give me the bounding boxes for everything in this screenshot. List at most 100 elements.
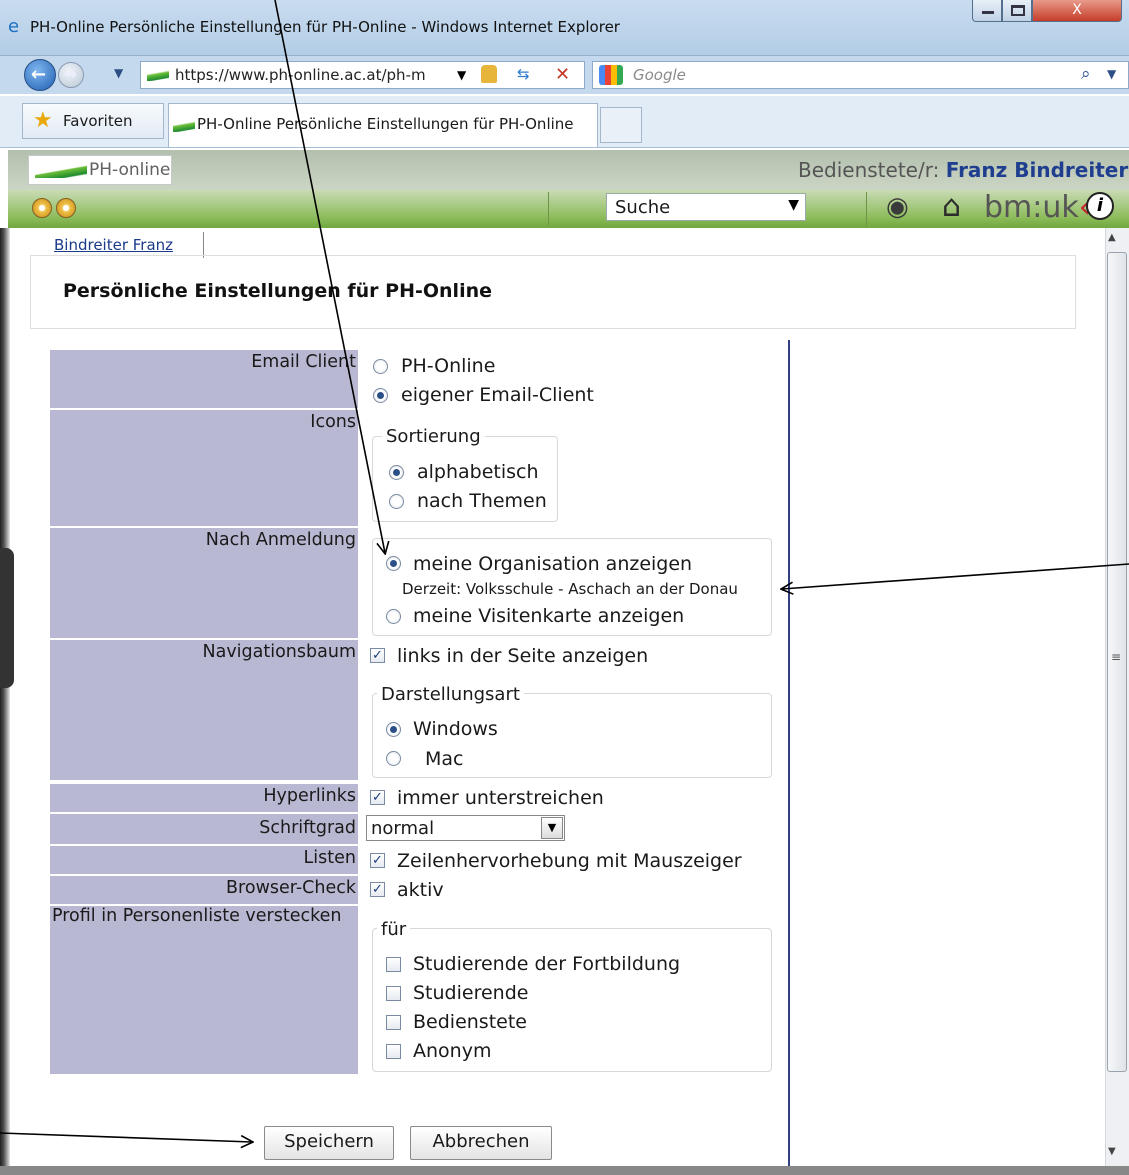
tab-active[interactable]: PH-Online Persönliche Einstellungen für … [168, 103, 598, 147]
option-studierende: Studierende [413, 982, 529, 1004]
back-arrow-icon: ← [31, 64, 47, 85]
label-schriftgrad: Schriftgrad [50, 814, 358, 844]
back-button[interactable]: ← [24, 59, 56, 91]
arrow-to-current-note [782, 563, 1129, 589]
start-circle-icon[interactable] [32, 198, 52, 218]
label-browser-check: Browser-Check [50, 876, 358, 904]
breadcrumb-user-link[interactable]: Bindreiter Franz [54, 236, 173, 254]
back-circle-icon[interactable] [56, 198, 76, 218]
radio-email-ph-online[interactable] [373, 359, 388, 374]
option-show-visitenkarte: meine Visitenkarte anzeigen [413, 605, 685, 627]
option-bedienstete: Bedienstete [413, 1011, 527, 1033]
recent-pages-dropdown-icon[interactable]: ▼ [114, 66, 123, 80]
logo-text: PH-online [89, 160, 171, 180]
home-icon[interactable]: ⌂ [942, 189, 961, 224]
tab-favicon-icon [173, 118, 195, 132]
info-icon[interactable]: i [1086, 192, 1114, 220]
stop-icon[interactable]: ✕ [555, 64, 570, 85]
legend-profil-fuer: für [377, 919, 411, 940]
option-darstellung-mac: Mac [425, 748, 464, 770]
user-info: Bedienstete/r: Franz Bindreiter [798, 158, 1128, 182]
label-nach-anmeldung: Nach Anmeldung [50, 528, 358, 638]
maximize-button[interactable] [1002, 0, 1032, 22]
checkbox-listen[interactable]: ✓ [370, 853, 385, 868]
option-email-own-client: eigener Email-Client [401, 384, 594, 406]
favorites-button[interactable]: ★ Favoriten [22, 103, 164, 139]
user-name: Franz Bindreiter [945, 158, 1129, 182]
tab-title: PH-Online Persönliche Einstellungen für … [197, 115, 574, 133]
option-listen: Zeilenhervorhebung mit Mauszeiger [397, 850, 742, 872]
checkbox-hyperlinks[interactable]: ✓ [370, 790, 385, 805]
cd-icon[interactable]: ◉ [886, 192, 909, 222]
checkbox-anonym[interactable] [386, 1044, 401, 1059]
bmuk-text: bm:uk [984, 190, 1079, 225]
radio-icons-alphabetisch[interactable] [389, 465, 404, 480]
lock-icon[interactable] [481, 65, 497, 83]
logo-swoosh-icon [35, 164, 87, 178]
option-browser-check: aktiv [397, 879, 444, 901]
page-title: Persönliche Einstellungen für PH-Online [63, 280, 492, 302]
radio-show-organisation[interactable] [386, 556, 401, 571]
minimize-icon [982, 11, 994, 14]
refresh-icon[interactable]: ⇆ [517, 65, 530, 83]
window-left-edge [0, 228, 10, 1175]
scroll-grip-icon: ≡ [1111, 650, 1122, 664]
toolbar-divider [548, 192, 549, 226]
minimize-button[interactable] [972, 0, 1002, 22]
search-box[interactable]: Google ⌕ ▼ [592, 61, 1129, 89]
option-hyperlinks: immer unterstreichen [397, 787, 604, 809]
search-magnifier-icon[interactable]: ⌕ [1081, 64, 1091, 84]
close-icon: X [1072, 2, 1082, 18]
checkbox-studierende[interactable] [386, 986, 401, 1001]
cancel-button[interactable]: Abbrechen [410, 1126, 552, 1160]
legend-sortierung: Sortierung [382, 426, 485, 447]
scroll-up-icon[interactable]: ▲ [1108, 232, 1116, 243]
option-navigationsbaum: links in der Seite anzeigen [397, 645, 649, 667]
bmuk-logo[interactable]: bm:uk‹ [984, 190, 1091, 225]
window-titlebar: e PH-Online Persönliche Einstellungen fü… [0, 0, 1129, 56]
chevron-down-icon: ▼ [788, 197, 799, 213]
favorites-label: Favoriten [63, 112, 133, 130]
save-button[interactable]: Speichern [264, 1126, 394, 1160]
radio-show-visitenkarte[interactable] [386, 609, 401, 624]
option-email-ph-online: PH-Online [401, 355, 496, 377]
search-dropdown-icon[interactable]: ▼ [1107, 67, 1116, 81]
label-listen: Listen [50, 846, 358, 874]
window-bottom-edge [0, 1166, 1129, 1175]
scroll-down-icon[interactable]: ▼ [1108, 1146, 1116, 1157]
label-icons: Icons [50, 410, 358, 526]
address-url: https://www.ph-online.ac.at/ph-m [175, 66, 426, 84]
forward-arrow-icon: → [64, 65, 77, 83]
address-dropdown-icon[interactable]: ▼ [457, 68, 466, 82]
window-side-handle [0, 548, 14, 688]
option-icons-nach-themen: nach Themen [417, 490, 547, 512]
checkbox-studierende-fortbildung[interactable] [386, 957, 401, 972]
forward-button[interactable]: → [58, 62, 84, 88]
label-navigationsbaum: Navigationsbaum [50, 640, 358, 780]
radio-icons-nach-themen[interactable] [389, 494, 404, 509]
site-favicon-icon [147, 67, 169, 81]
label-hyperlinks: Hyperlinks [50, 784, 358, 812]
checkbox-browser-check[interactable]: ✓ [370, 882, 385, 897]
option-icons-alphabetisch: alphabetisch [417, 461, 539, 483]
schriftgrad-select[interactable]: normal ▼ [366, 815, 565, 841]
legend-darstellungsart: Darstellungsart [377, 684, 524, 705]
checkbox-bedienstete[interactable] [386, 1015, 401, 1030]
option-show-organisation: meine Organisation anzeigen [413, 553, 693, 575]
star-icon: ★ [33, 108, 53, 133]
option-studierende-fortbildung: Studierende der Fortbildung [413, 953, 681, 975]
checkbox-navigationsbaum[interactable]: ✓ [370, 648, 385, 663]
new-tab-button[interactable] [600, 107, 642, 143]
window-title: PH-Online Persönliche Einstellungen für … [30, 18, 620, 36]
close-button[interactable]: X [1032, 0, 1122, 22]
info-letter: i [1096, 195, 1104, 216]
option-darstellung-windows: Windows [413, 718, 498, 740]
label-email-client: Email Client [50, 350, 358, 408]
ph-online-logo: PH-online [28, 155, 172, 185]
radio-darstellung-mac[interactable] [386, 751, 401, 766]
search-select[interactable]: Suche ▼ [606, 193, 806, 221]
radio-email-own-client[interactable] [373, 388, 388, 403]
google-icon [599, 65, 623, 85]
radio-darstellung-windows[interactable] [386, 722, 401, 737]
address-bar[interactable]: https://www.ph-online.ac.at/ph-m ▼ ⇆ ✕ [140, 61, 585, 89]
